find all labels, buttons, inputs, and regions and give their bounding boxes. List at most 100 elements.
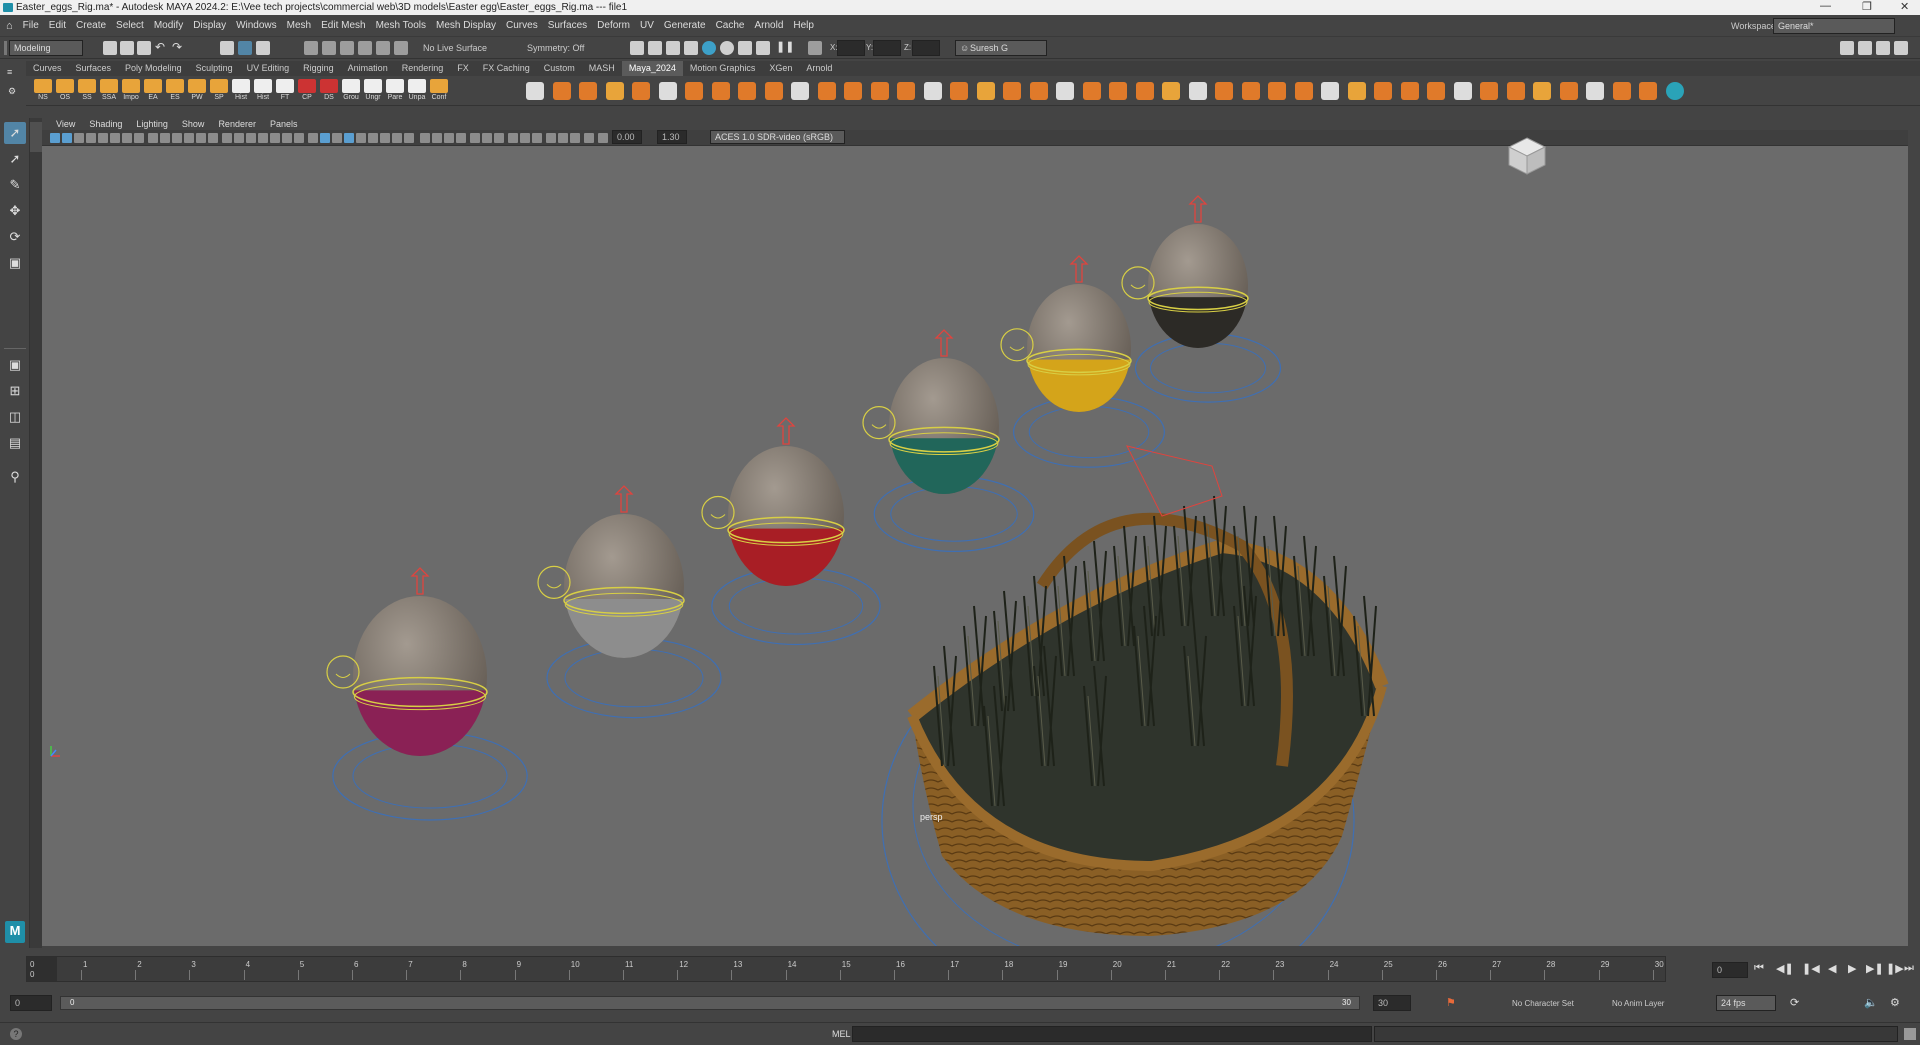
panel-toolbar-icon[interactable] bbox=[50, 133, 60, 143]
panel-toolbar-icon[interactable] bbox=[282, 133, 292, 143]
panel-toolbar-icon[interactable] bbox=[270, 133, 280, 143]
viewport-panel[interactable]: View Shading Lighting Show Renderer Panels 0.… bbox=[42, 118, 1908, 946]
shelf-tool-icon[interactable] bbox=[1533, 82, 1551, 100]
panel-menu-panels[interactable]: Panels bbox=[270, 119, 298, 129]
shelf-tab-custom[interactable]: Custom bbox=[537, 61, 582, 76]
shelf-tab-motion-graphics[interactable]: Motion Graphics bbox=[683, 61, 763, 76]
shelf-tool-icon[interactable] bbox=[1003, 82, 1021, 100]
panel-toolbar-icon[interactable] bbox=[222, 133, 232, 143]
egg-6[interactable] bbox=[1121, 195, 1282, 403]
shelf-tool-icon[interactable] bbox=[1294, 82, 1313, 100]
channel-box-icon[interactable] bbox=[1858, 41, 1872, 55]
panel-toolbar-icon[interactable] bbox=[208, 133, 218, 143]
panel-toolbar-icon[interactable] bbox=[172, 133, 182, 143]
shelf-tool-icon[interactable] bbox=[764, 82, 783, 100]
panel-toolbar-icon[interactable] bbox=[86, 133, 96, 143]
menu-file[interactable]: File bbox=[23, 20, 39, 31]
hypershade-icon[interactable] bbox=[702, 41, 716, 55]
outliner-layout-icon[interactable]: ▤ bbox=[4, 432, 26, 454]
panel-toolbar-icon[interactable] bbox=[456, 133, 466, 143]
select-object-icon[interactable] bbox=[238, 41, 252, 55]
menu-arnold[interactable]: Arnold bbox=[754, 20, 783, 31]
panel-toolbar-icon[interactable] bbox=[110, 133, 120, 143]
panel-toolbar-icon[interactable] bbox=[184, 133, 194, 143]
shelf-tool-icon[interactable] bbox=[711, 82, 730, 100]
shelf-tool-icon[interactable] bbox=[1480, 82, 1498, 100]
menu-mesh-display[interactable]: Mesh Display bbox=[436, 20, 496, 31]
menu-curves[interactable]: Curves bbox=[506, 20, 538, 31]
shelf-button-ns-0[interactable]: NS bbox=[32, 79, 54, 105]
panel-toolbar-icon[interactable] bbox=[258, 133, 268, 143]
shelf-tool-icon[interactable] bbox=[1453, 82, 1472, 100]
shelf-tool-icon[interactable] bbox=[1082, 82, 1101, 100]
shelf-tab-animation[interactable]: Animation bbox=[341, 61, 395, 76]
egg-2[interactable] bbox=[537, 485, 722, 719]
shelf-tool-icon[interactable] bbox=[791, 82, 809, 100]
render-view-icon[interactable] bbox=[630, 41, 644, 55]
paint-select-icon[interactable]: ✎ bbox=[4, 174, 26, 196]
step-back-frame-icon[interactable]: ❚◀ bbox=[1802, 962, 1820, 975]
panel-toolbar-icon[interactable] bbox=[470, 133, 480, 143]
panel-toolbar-icon[interactable] bbox=[558, 133, 568, 143]
y-field[interactable] bbox=[873, 40, 901, 56]
shelf-button-ungr-15[interactable]: Ungr bbox=[362, 79, 384, 105]
maximize-icon[interactable]: ❐ bbox=[1862, 0, 1872, 13]
panel-toolbar-icon[interactable] bbox=[420, 133, 430, 143]
outliner-collapsed-tab[interactable] bbox=[30, 118, 42, 948]
shelf-button-ea-5[interactable]: EA bbox=[142, 79, 164, 105]
step-back-key-icon[interactable]: ◀❚ bbox=[1776, 962, 1794, 975]
shelf-tool-icon[interactable] bbox=[738, 82, 756, 100]
shelf-tab-maya-2024[interactable]: Maya_2024 bbox=[621, 61, 683, 76]
close-icon[interactable]: ✕ bbox=[1900, 0, 1909, 13]
undo-icon[interactable]: ↶ bbox=[155, 40, 165, 54]
workspace-dropdown[interactable]: General* bbox=[1773, 18, 1895, 34]
shelf-button-unpa-17[interactable]: Unpa bbox=[406, 79, 428, 105]
snap-vertex-icon[interactable] bbox=[394, 41, 408, 55]
shelf-tool-icon[interactable] bbox=[1321, 82, 1339, 100]
shelf-tool-icon[interactable] bbox=[605, 82, 624, 100]
panel-toolbar-icon[interactable] bbox=[584, 133, 594, 143]
fps-dropdown[interactable]: 24 fps bbox=[1716, 995, 1776, 1011]
egg-4[interactable] bbox=[862, 329, 1035, 553]
snap-curve-icon[interactable] bbox=[322, 41, 336, 55]
symmetry-label[interactable]: Symmetry: Off bbox=[527, 43, 584, 53]
render-sequence-icon[interactable] bbox=[738, 41, 752, 55]
egg-3[interactable] bbox=[701, 417, 881, 646]
shelf-button-grou-14[interactable]: Grou bbox=[340, 79, 362, 105]
egg-lid-arrow-control[interactable] bbox=[1069, 255, 1089, 283]
shelf-button-cp-12[interactable]: CP bbox=[296, 79, 318, 105]
menu-help[interactable]: Help bbox=[793, 20, 814, 31]
panel-toolbar-icon[interactable] bbox=[404, 133, 414, 143]
shelf-tab-fx-caching[interactable]: FX Caching bbox=[476, 61, 537, 76]
egg-lid-arrow-control[interactable] bbox=[1188, 195, 1208, 223]
panel-toolbar-icon[interactable] bbox=[160, 133, 170, 143]
range-start-field[interactable]: 0 bbox=[10, 995, 52, 1011]
shelf-tool-icon[interactable] bbox=[1056, 82, 1074, 100]
redo-icon[interactable]: ↷ bbox=[172, 40, 182, 54]
play-backward-icon[interactable]: ◀ bbox=[1828, 962, 1836, 975]
panel-toolbar-icon[interactable] bbox=[444, 133, 454, 143]
panel-toolbar-icon[interactable] bbox=[98, 133, 108, 143]
panel-toolbar-icon[interactable] bbox=[320, 133, 330, 143]
shelf-tool-icon[interactable] bbox=[976, 82, 995, 100]
go-to-end-icon[interactable]: ⏭ bbox=[1904, 962, 1914, 975]
persp-outliner-layout-icon[interactable]: ◫ bbox=[4, 406, 26, 428]
live-surface-label[interactable]: No Live Surface bbox=[423, 43, 487, 53]
egg-move-control[interactable] bbox=[1150, 342, 1266, 394]
pause-icon[interactable]: ❚❚ bbox=[776, 40, 794, 53]
panel-toolbar-icon[interactable] bbox=[332, 133, 342, 143]
shelf-tool-icon[interactable] bbox=[1427, 82, 1445, 100]
single-perspective-layout-icon[interactable]: ▣ bbox=[4, 354, 26, 376]
panel-toolbar-icon[interactable] bbox=[344, 133, 354, 143]
colorspace-dropdown[interactable]: ACES 1.0 SDR-video (sRGB) bbox=[710, 130, 845, 144]
panel-toolbar-icon[interactable] bbox=[598, 133, 608, 143]
shelf-button-pare-16[interactable]: Pare bbox=[384, 79, 406, 105]
shelf-button-ss-2[interactable]: SS bbox=[76, 79, 98, 105]
panel-toolbar-icon[interactable] bbox=[508, 133, 518, 143]
panel-toolbar-icon[interactable] bbox=[494, 133, 504, 143]
panel-toolbar-icon[interactable] bbox=[368, 133, 378, 143]
panel-toolbar-icon[interactable] bbox=[196, 133, 206, 143]
shelf-tool-icon[interactable] bbox=[1374, 82, 1392, 100]
panel-toolbar-icon[interactable] bbox=[134, 133, 144, 143]
open-scene-icon[interactable] bbox=[120, 41, 134, 55]
